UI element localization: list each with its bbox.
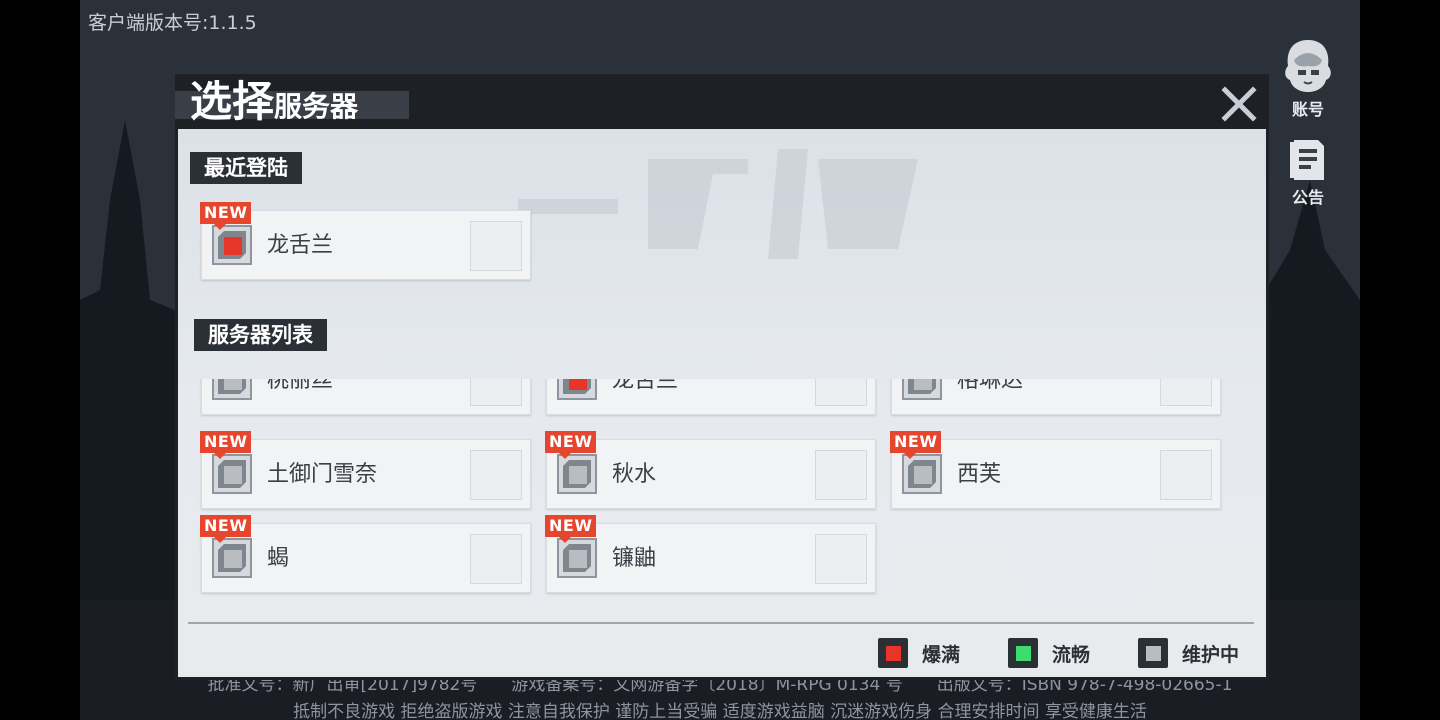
- legend-swatch: [878, 638, 908, 668]
- letterbox-right: [1360, 0, 1440, 720]
- legend-swatch: [1138, 638, 1168, 668]
- server-select-box[interactable]: [1160, 379, 1212, 406]
- game-logo-watermark: [518, 149, 918, 259]
- server-list-scroll[interactable]: 桃丽丝 龙舌兰 格琳达土御门雪奈 NEW 秋水 NEW 西芙 NEW 蝎 NEW 镰鼬 NEW: [178, 379, 1266, 619]
- server-card[interactable]: 格琳达: [891, 379, 1221, 415]
- account-avatar-icon: [1285, 40, 1331, 92]
- dialog-title-main: 选择: [190, 77, 275, 126]
- server-status-icon: [557, 379, 597, 400]
- new-badge: NEW: [200, 431, 252, 459]
- new-badge: NEW: [890, 431, 942, 459]
- server-name: 桃丽丝: [267, 379, 334, 393]
- legend-item-maintenance: 维护中: [1138, 637, 1239, 669]
- notice-document-icon: [1290, 140, 1324, 180]
- server-status-icon: [212, 225, 252, 265]
- letterbox-left: [0, 0, 80, 720]
- server-select-box[interactable]: [815, 534, 867, 584]
- legend-label: 维护中: [1182, 643, 1240, 666]
- server-select-box[interactable]: [470, 534, 522, 584]
- close-icon[interactable]: [1219, 84, 1259, 124]
- dialog-title-sub: 服务器: [274, 90, 359, 123]
- dialog-header: 选择服务器: [175, 74, 1269, 129]
- server-card[interactable]: 龙舌兰: [546, 379, 876, 415]
- server-status-icon: [902, 379, 942, 400]
- screen: 客户端版本号:1.1.5 账号 公告 批准文号：新广出审[2017]9782号 …: [0, 0, 1440, 720]
- server-status-icon: [212, 454, 252, 494]
- server-card[interactable]: 桃丽丝: [201, 379, 531, 415]
- server-name: 土御门雪奈: [267, 462, 378, 487]
- notice-button[interactable]: 公告: [1278, 138, 1338, 208]
- dialog-title: 选择服务器: [190, 68, 358, 129]
- server-name: 镰鼬: [612, 546, 657, 571]
- new-badge: NEW: [545, 431, 597, 459]
- server-select-box[interactable]: [1160, 450, 1212, 500]
- account-button[interactable]: 账号: [1278, 36, 1338, 120]
- new-badge: NEW: [545, 515, 597, 543]
- server-select-box[interactable]: [815, 379, 867, 406]
- server-status-icon: [902, 454, 942, 494]
- notice-label: 公告: [1291, 188, 1324, 207]
- legend-swatch: [1008, 638, 1038, 668]
- legend-item-smooth: 流畅: [1008, 637, 1090, 669]
- legend-item-full: 爆满: [878, 637, 960, 669]
- server-name: 龙舌兰: [267, 233, 334, 258]
- new-badge: NEW: [200, 202, 252, 230]
- legend-label: 爆满: [922, 643, 961, 666]
- server-list-label: 服务器列表: [194, 319, 327, 351]
- server-select-dialog: 选择服务器 最近登陆 龙舌兰 NEW 服务器列表 桃丽丝 龙舌兰 格琳达 土御门雪奈 NE…: [175, 74, 1269, 680]
- server-card[interactable]: 蝎 NEW: [200, 515, 531, 593]
- server-status-icon: [212, 379, 252, 400]
- server-status-icon: [212, 538, 252, 578]
- server-select-box[interactable]: [470, 221, 522, 271]
- server-status-icon: [557, 538, 597, 578]
- footer-health-advisory: 抵制不良游戏 拒绝盗版游戏 注意自我保护 谨防上当受骗 适度游戏益脑 沉迷游戏伤…: [293, 702, 1147, 720]
- server-name: 蝎: [267, 546, 290, 571]
- legend-label: 流畅: [1052, 643, 1091, 666]
- server-card[interactable]: 土御门雪奈 NEW: [200, 431, 531, 509]
- server-name: 西芙: [957, 462, 1002, 487]
- dialog-body: 最近登陆 龙舌兰 NEW 服务器列表 桃丽丝 龙舌兰 格琳达 土御门雪奈 NEW 秋水 NEW…: [178, 129, 1266, 677]
- server-card[interactable]: 龙舌兰 NEW: [200, 202, 531, 280]
- server-select-box[interactable]: [470, 379, 522, 406]
- client-version: 客户端版本号:1.1.5: [88, 12, 257, 34]
- account-label: 账号: [1291, 100, 1324, 119]
- server-status-icon: [557, 454, 597, 494]
- server-name: 秋水: [612, 462, 657, 487]
- server-card[interactable]: 镰鼬 NEW: [545, 515, 876, 593]
- server-name: 龙舌兰: [612, 379, 679, 393]
- new-badge: NEW: [200, 515, 252, 543]
- server-select-box[interactable]: [815, 450, 867, 500]
- server-card[interactable]: 西芙 NEW: [890, 431, 1221, 509]
- legend-divider: [188, 622, 1254, 624]
- server-name: 格琳达: [957, 379, 1024, 393]
- server-card[interactable]: 秋水 NEW: [545, 431, 876, 509]
- recent-login-label: 最近登陆: [190, 152, 302, 184]
- server-select-box[interactable]: [470, 450, 522, 500]
